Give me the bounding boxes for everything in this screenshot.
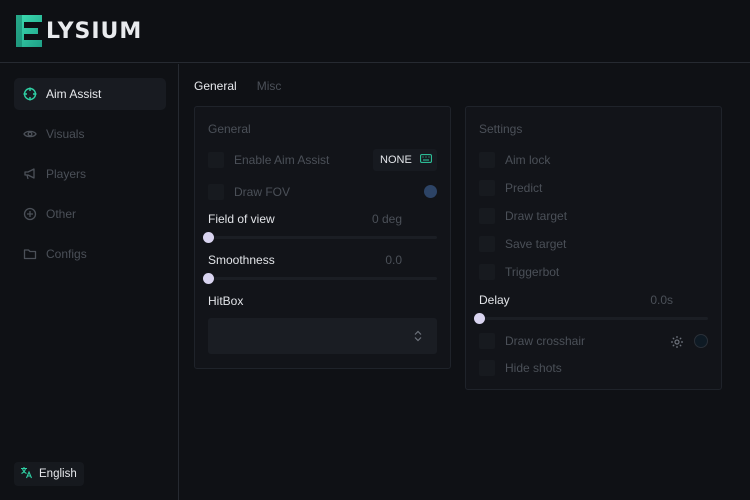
save-target-checkbox[interactable] xyxy=(479,236,495,252)
delay-label: Delay xyxy=(479,293,510,307)
panel-title: Settings xyxy=(479,122,523,136)
language-label: English xyxy=(39,468,77,480)
sidebar-item-label: Players xyxy=(46,167,87,181)
sidebar-item-aim-assist[interactable]: Aim Assist xyxy=(14,78,166,110)
enable-aim-assist-label: Enable Aim Assist xyxy=(234,153,330,167)
crosshair-color-picker[interactable] xyxy=(694,334,708,348)
app-header: LYSIUM xyxy=(0,0,750,63)
brand-logo: LYSIUM xyxy=(14,14,142,48)
tab-bar: General Misc xyxy=(194,79,301,93)
aim-lock-label: Aim lock xyxy=(505,153,551,167)
keyboard-icon xyxy=(419,154,432,166)
draw-crosshair-checkbox[interactable] xyxy=(479,333,495,349)
save-target-label: Save target xyxy=(505,237,567,251)
smoothness-label: Smoothness xyxy=(208,253,275,267)
folder-icon xyxy=(22,246,38,262)
hide-shots-checkbox[interactable] xyxy=(479,360,495,376)
smoothness-slider-thumb[interactable] xyxy=(203,273,214,284)
hide-shots-label: Hide shots xyxy=(505,361,562,375)
smoothness-slider[interactable] xyxy=(208,277,437,280)
predict-label: Predict xyxy=(505,181,543,195)
enable-aim-assist-checkbox[interactable] xyxy=(208,152,224,168)
delay-slider[interactable] xyxy=(479,317,708,320)
field-of-view-value: 0 deg xyxy=(371,212,402,226)
predict-checkbox[interactable] xyxy=(479,180,495,196)
sidebar-item-label: Configs xyxy=(46,247,87,261)
draw-target-label: Draw target xyxy=(505,209,568,223)
draw-fov-label: Draw FOV xyxy=(234,185,291,199)
general-panel: General Enable Aim Assist NONE Draw FOV … xyxy=(194,106,451,369)
aim-assist-keybind-button[interactable]: NONE xyxy=(373,149,437,171)
field-of-view-label: Field of view xyxy=(208,212,275,226)
sidebar-item-players[interactable]: Players xyxy=(14,158,166,190)
sidebar: Aim Assist Visuals Players Other Configs… xyxy=(0,64,179,500)
aim-lock-checkbox[interactable] xyxy=(479,152,495,168)
draw-target-checkbox[interactable] xyxy=(479,208,495,224)
brand-name: LYSIUM xyxy=(46,18,143,44)
sidebar-item-label: Aim Assist xyxy=(46,87,102,101)
delay-value: 0.0s xyxy=(650,293,673,307)
eye-icon xyxy=(22,126,38,142)
panel-title: General xyxy=(208,122,251,136)
field-of-view-slider[interactable] xyxy=(208,236,437,239)
smoothness-value: 0.0 xyxy=(385,253,402,267)
fov-color-picker[interactable] xyxy=(424,185,437,198)
keybind-value: NONE xyxy=(380,154,412,166)
draw-crosshair-label: Draw crosshair xyxy=(505,334,586,348)
chevron-updown-icon xyxy=(414,330,422,345)
hitbox-select[interactable] xyxy=(208,318,437,354)
triggerbot-checkbox[interactable] xyxy=(479,264,495,280)
gear-icon[interactable] xyxy=(670,335,684,352)
megaphone-icon xyxy=(22,166,38,182)
field-of-view-slider-thumb[interactable] xyxy=(203,232,214,243)
hitbox-label: HitBox xyxy=(208,294,244,308)
tab-general[interactable]: General xyxy=(194,79,237,93)
crosshair-icon xyxy=(22,86,38,102)
triggerbot-label: Triggerbot xyxy=(505,265,560,279)
delay-slider-thumb[interactable] xyxy=(474,313,485,324)
sidebar-item-label: Visuals xyxy=(46,127,85,141)
sidebar-item-label: Other xyxy=(46,207,77,221)
tab-misc[interactable]: Misc xyxy=(257,79,282,93)
sidebar-item-other[interactable]: Other xyxy=(14,198,166,230)
language-selector[interactable]: English xyxy=(14,462,84,486)
draw-fov-checkbox[interactable] xyxy=(208,184,224,200)
settings-panel: Settings Aim lock Predict Draw target Sa… xyxy=(465,106,722,390)
translate-icon xyxy=(20,466,33,482)
logo-e-icon xyxy=(16,15,42,47)
sidebar-item-configs[interactable]: Configs xyxy=(14,238,166,270)
sidebar-item-visuals[interactable]: Visuals xyxy=(14,118,166,150)
plus-circle-icon xyxy=(22,206,38,222)
